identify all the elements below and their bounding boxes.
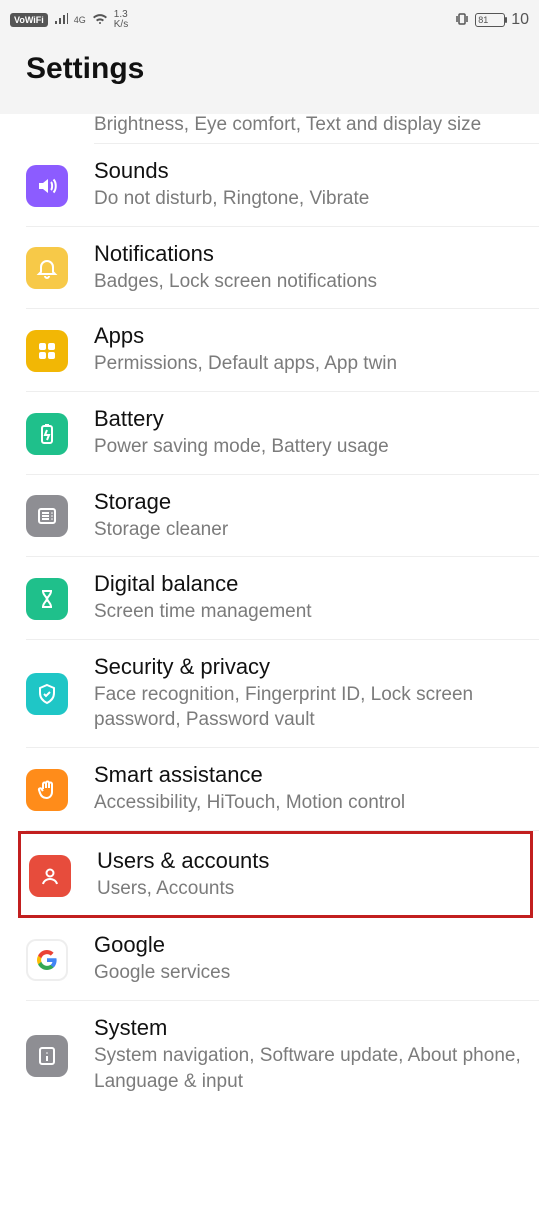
hourglass-icon (26, 578, 68, 620)
shield-icon (26, 673, 68, 715)
item-subtitle: Google services (94, 960, 527, 986)
item-subtitle: Accessibility, HiTouch, Motion control (94, 790, 527, 816)
item-subtitle: System navigation, Software update, Abou… (94, 1043, 527, 1094)
item-title: Storage (94, 489, 527, 515)
item-title: Users & accounts (97, 848, 518, 874)
info-icon (26, 1035, 68, 1077)
item-sounds[interactable]: Sounds Do not disturb, Ringtone, Vibrate (26, 144, 539, 227)
item-subtitle: Badges, Lock screen notifications (94, 269, 527, 295)
google-icon (26, 939, 68, 981)
item-notifications[interactable]: Notifications Badges, Lock screen notifi… (26, 227, 539, 310)
vowifi-badge: VoWiFi (10, 13, 48, 27)
item-subtitle: Storage cleaner (94, 517, 527, 543)
item-digital-balance[interactable]: Digital balance Screen time management (26, 557, 539, 640)
item-subtitle: Power saving mode, Battery usage (94, 434, 527, 460)
hand-icon (26, 769, 68, 811)
storage-icon (26, 495, 68, 537)
item-system[interactable]: System System navigation, Software updat… (26, 1001, 539, 1108)
item-subtitle: Permissions, Default apps, App twin (94, 351, 527, 377)
item-title: Google (94, 932, 527, 958)
signal-icon (54, 13, 68, 28)
item-title: Notifications (94, 241, 527, 267)
item-title: Security & privacy (94, 654, 527, 680)
net-type: 4G (74, 16, 86, 25)
vibrate-icon (455, 12, 469, 29)
item-subtitle: Do not disturb, Ringtone, Vibrate (94, 186, 527, 212)
battery-icon (26, 413, 68, 455)
apps-icon (26, 330, 68, 372)
item-subtitle: Face recognition, Fingerprint ID, Lock s… (94, 682, 527, 733)
item-display-cutoff[interactable]: Brightness, Eye comfort, Text and displa… (94, 114, 539, 144)
item-title: Smart assistance (94, 762, 527, 788)
net-speed: 1.3 K/s (114, 10, 128, 30)
volume-icon (26, 165, 68, 207)
item-users-accounts[interactable]: Users & accounts Users, Accounts (29, 834, 530, 916)
item-google[interactable]: Google Google services (26, 918, 539, 1001)
battery-indicator: 81 (475, 13, 505, 27)
page-title: Settings (0, 36, 539, 116)
clock-partial: 10 (511, 11, 529, 29)
item-battery[interactable]: Battery Power saving mode, Battery usage (26, 392, 539, 475)
item-subtitle: Screen time management (94, 599, 527, 625)
item-title: Apps (94, 323, 527, 349)
item-title: Battery (94, 406, 527, 432)
item-apps[interactable]: Apps Permissions, Default apps, App twin (26, 309, 539, 392)
bell-icon (26, 247, 68, 289)
item-smart-assistance[interactable]: Smart assistance Accessibility, HiTouch,… (26, 748, 539, 831)
item-subtitle: Users, Accounts (97, 876, 518, 902)
item-security[interactable]: Security & privacy Face recognition, Fin… (26, 640, 539, 748)
status-bar: VoWiFi 4G 1.3 K/s 81 10 (0, 0, 539, 36)
person-icon (29, 855, 71, 897)
wifi-icon (92, 13, 108, 28)
item-storage[interactable]: Storage Storage cleaner (26, 475, 539, 558)
highlight-box: Users & accounts Users, Accounts (18, 831, 533, 919)
item-title: System (94, 1015, 527, 1041)
item-title: Digital balance (94, 571, 527, 597)
item-title: Sounds (94, 158, 527, 184)
